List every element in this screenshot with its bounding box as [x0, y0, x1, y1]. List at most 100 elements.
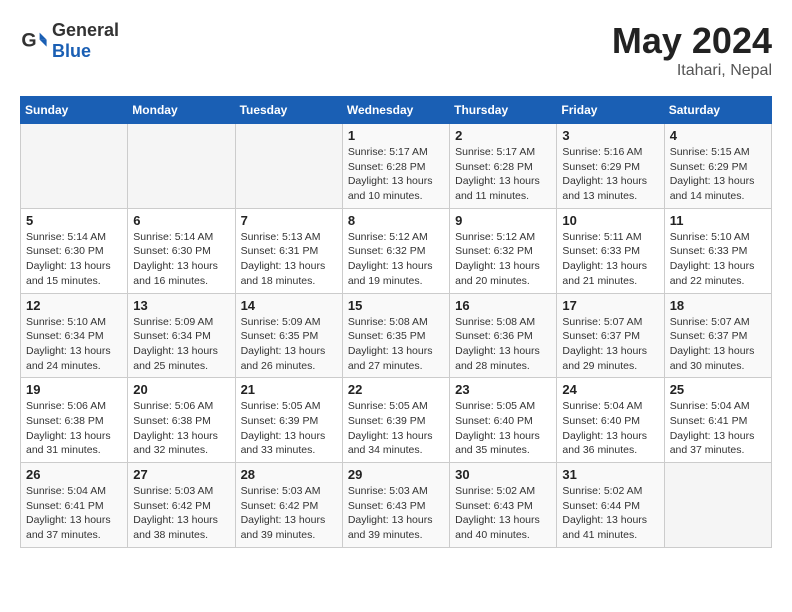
- day-info: Sunrise: 5:11 AM Sunset: 6:33 PM Dayligh…: [562, 230, 658, 289]
- day-number: 8: [348, 213, 444, 228]
- svg-text:G: G: [21, 30, 36, 52]
- calendar-week-1: 1Sunrise: 5:17 AM Sunset: 6:28 PM Daylig…: [21, 124, 772, 209]
- calendar-cell: [21, 124, 128, 209]
- day-number: 20: [133, 382, 229, 397]
- logo-text: General Blue: [52, 20, 119, 62]
- day-info: Sunrise: 5:02 AM Sunset: 6:43 PM Dayligh…: [455, 484, 551, 543]
- day-number: 31: [562, 467, 658, 482]
- calendar-cell: 22Sunrise: 5:05 AM Sunset: 6:39 PM Dayli…: [342, 378, 449, 463]
- day-number: 24: [562, 382, 658, 397]
- calendar-cell: 4 Sunrise: 5:15 AM Sunset: 6:29 PM Daylig…: [664, 124, 771, 209]
- day-info: Sunrise: 5:04 AM Sunset: 6:41 PM Dayligh…: [26, 484, 122, 543]
- day-info: Sunrise: 5:07 AM Sunset: 6:37 PM Dayligh…: [562, 315, 658, 374]
- calendar-cell: 25 Sunrise: 5:04 AM Sunset: 6:41 PM Dayli…: [664, 378, 771, 463]
- page-header: G General Blue May 2024 Itahari, Nepal: [20, 20, 772, 80]
- day-number: 6: [133, 213, 229, 228]
- calendar-cell: [235, 124, 342, 209]
- weekday-header-wednesday: Wednesday: [342, 97, 449, 124]
- day-info: Sunrise: 5:03 AM Sunset: 6:43 PM Dayligh…: [348, 484, 444, 543]
- day-number: 29: [348, 467, 444, 482]
- weekday-header-tuesday: Tuesday: [235, 97, 342, 124]
- day-info: Sunrise: 5:08 AM Sunset: 6:36 PM Dayligh…: [455, 315, 551, 374]
- day-info: Sunrise: 5:12 AM Sunset: 6:32 PM Dayligh…: [455, 230, 551, 289]
- weekday-header-thursday: Thursday: [450, 97, 557, 124]
- day-number: 21: [241, 382, 337, 397]
- day-number: 12: [26, 298, 122, 313]
- calendar-cell: 26 Sunrise: 5:04 AM Sunset: 6:41 PM Dayli…: [21, 463, 128, 548]
- calendar-cell: 29 Sunrise: 5:03 AM Sunset: 6:43 PM Dayli…: [342, 463, 449, 548]
- calendar-week-2: 5 Sunrise: 5:14 AM Sunset: 6:30 PM Daylig…: [21, 208, 772, 293]
- calendar-cell: 3 Sunrise: 5:16 AM Sunset: 6:29 PM Daylig…: [557, 124, 664, 209]
- calendar-cell: 17 Sunrise: 5:07 AM Sunset: 6:37 PM Dayli…: [557, 293, 664, 378]
- day-info: Sunrise: 5:04 AM Sunset: 6:40 PM Dayligh…: [562, 399, 658, 458]
- calendar-cell: 27Sunrise: 5:03 AM Sunset: 6:42 PM Dayli…: [128, 463, 235, 548]
- day-number: 28: [241, 467, 337, 482]
- calendar-cell: 14 Sunrise: 5:09 AM Sunset: 6:35 PM Dayli…: [235, 293, 342, 378]
- calendar-week-4: 19Sunrise: 5:06 AM Sunset: 6:38 PM Dayli…: [21, 378, 772, 463]
- day-number: 27: [133, 467, 229, 482]
- day-number: 4: [670, 128, 766, 143]
- calendar-cell: 13Sunrise: 5:09 AM Sunset: 6:34 PM Dayli…: [128, 293, 235, 378]
- day-info: Sunrise: 5:04 AM Sunset: 6:41 PM Dayligh…: [670, 399, 766, 458]
- day-info: Sunrise: 5:09 AM Sunset: 6:35 PM Dayligh…: [241, 315, 337, 374]
- day-info: Sunrise: 5:15 AM Sunset: 6:29 PM Dayligh…: [670, 145, 766, 204]
- calendar-cell: 7 Sunrise: 5:13 AM Sunset: 6:31 PM Daylig…: [235, 208, 342, 293]
- day-number: 15: [348, 298, 444, 313]
- day-number: 25: [670, 382, 766, 397]
- day-info: Sunrise: 5:10 AM Sunset: 6:34 PM Dayligh…: [26, 315, 122, 374]
- day-number: 16: [455, 298, 551, 313]
- day-number: 26: [26, 467, 122, 482]
- calendar-cell: 30 Sunrise: 5:02 AM Sunset: 6:43 PM Dayli…: [450, 463, 557, 548]
- calendar-cell: [664, 463, 771, 548]
- day-number: 7: [241, 213, 337, 228]
- calendar-cell: 10Sunrise: 5:11 AM Sunset: 6:33 PM Dayli…: [557, 208, 664, 293]
- logo-general: General: [52, 20, 119, 40]
- calendar-week-3: 12 Sunrise: 5:10 AM Sunset: 6:34 PM Dayli…: [21, 293, 772, 378]
- day-info: Sunrise: 5:16 AM Sunset: 6:29 PM Dayligh…: [562, 145, 658, 204]
- day-number: 13: [133, 298, 229, 313]
- calendar-cell: 19Sunrise: 5:06 AM Sunset: 6:38 PM Dayli…: [21, 378, 128, 463]
- calendar-cell: 21 Sunrise: 5:05 AM Sunset: 6:39 PM Dayli…: [235, 378, 342, 463]
- day-info: Sunrise: 5:13 AM Sunset: 6:31 PM Dayligh…: [241, 230, 337, 289]
- day-info: Sunrise: 5:10 AM Sunset: 6:33 PM Dayligh…: [670, 230, 766, 289]
- logo: G General Blue: [20, 20, 119, 62]
- day-number: 3: [562, 128, 658, 143]
- calendar-cell: 12 Sunrise: 5:10 AM Sunset: 6:34 PM Dayli…: [21, 293, 128, 378]
- calendar-cell: 18 Sunrise: 5:07 AM Sunset: 6:37 PM Dayli…: [664, 293, 771, 378]
- day-info: Sunrise: 5:05 AM Sunset: 6:39 PM Dayligh…: [348, 399, 444, 458]
- day-number: 5: [26, 213, 122, 228]
- day-info: Sunrise: 5:05 AM Sunset: 6:39 PM Dayligh…: [241, 399, 337, 458]
- day-number: 17: [562, 298, 658, 313]
- calendar-cell: 2Sunrise: 5:17 AM Sunset: 6:28 PM Daylig…: [450, 124, 557, 209]
- day-number: 30: [455, 467, 551, 482]
- calendar-cell: 9 Sunrise: 5:12 AM Sunset: 6:32 PM Daylig…: [450, 208, 557, 293]
- calendar-cell: 15Sunrise: 5:08 AM Sunset: 6:35 PM Dayli…: [342, 293, 449, 378]
- day-info: Sunrise: 5:14 AM Sunset: 6:30 PM Dayligh…: [26, 230, 122, 289]
- calendar-cell: 31 Sunrise: 5:02 AM Sunset: 6:44 PM Dayli…: [557, 463, 664, 548]
- day-number: 18: [670, 298, 766, 313]
- day-number: 2: [455, 128, 551, 143]
- day-number: 11: [670, 213, 766, 228]
- calendar-cell: 6Sunrise: 5:14 AM Sunset: 6:30 PM Daylig…: [128, 208, 235, 293]
- weekday-header-row: SundayMondayTuesdayWednesdayThursdayFrid…: [21, 97, 772, 124]
- day-number: 14: [241, 298, 337, 313]
- weekday-header-monday: Monday: [128, 97, 235, 124]
- day-info: Sunrise: 5:02 AM Sunset: 6:44 PM Dayligh…: [562, 484, 658, 543]
- calendar-table: SundayMondayTuesdayWednesdayThursdayFrid…: [20, 96, 772, 548]
- calendar-cell: 28Sunrise: 5:03 AM Sunset: 6:42 PM Dayli…: [235, 463, 342, 548]
- day-info: Sunrise: 5:05 AM Sunset: 6:40 PM Dayligh…: [455, 399, 551, 458]
- day-info: Sunrise: 5:07 AM Sunset: 6:37 PM Dayligh…: [670, 315, 766, 374]
- day-info: Sunrise: 5:06 AM Sunset: 6:38 PM Dayligh…: [26, 399, 122, 458]
- weekday-header-sunday: Sunday: [21, 97, 128, 124]
- calendar-cell: 8 Sunrise: 5:12 AM Sunset: 6:32 PM Daylig…: [342, 208, 449, 293]
- day-number: 9: [455, 213, 551, 228]
- calendar-cell: 16 Sunrise: 5:08 AM Sunset: 6:36 PM Dayli…: [450, 293, 557, 378]
- calendar-location: Itahari, Nepal: [612, 62, 772, 80]
- calendar-cell: 11 Sunrise: 5:10 AM Sunset: 6:33 PM Dayli…: [664, 208, 771, 293]
- day-number: 23: [455, 382, 551, 397]
- calendar-cell: [128, 124, 235, 209]
- day-info: Sunrise: 5:12 AM Sunset: 6:32 PM Dayligh…: [348, 230, 444, 289]
- day-number: 1: [348, 128, 444, 143]
- logo-blue: Blue: [52, 41, 91, 61]
- title-block: May 2024 Itahari, Nepal: [612, 20, 772, 80]
